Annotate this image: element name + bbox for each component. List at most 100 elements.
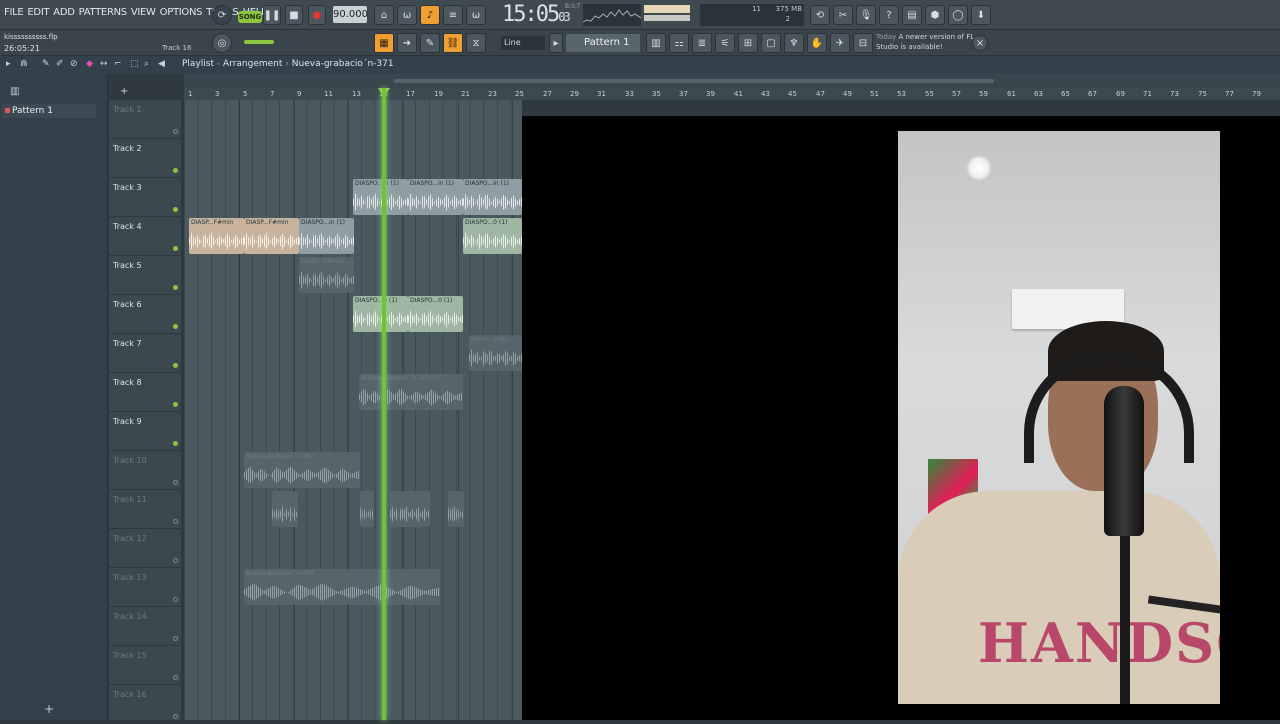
current-clip-name[interactable]: Nueva-grabacio´n-371 [292, 59, 394, 69]
track-header[interactable]: Track 4 [109, 217, 181, 256]
track-enable-icon[interactable] [173, 597, 178, 602]
wait-input-icon[interactable]: ω [397, 5, 417, 25]
link-icon[interactable]: ⛓ [443, 33, 463, 53]
snap-selector[interactable]: Line [501, 36, 545, 50]
audio-clip[interactable] [448, 491, 464, 527]
chat-icon[interactable]: ◯ [948, 5, 968, 25]
master-knob-icon[interactable]: ◎ [212, 33, 232, 53]
mute-tool-icon[interactable]: ◆ [86, 59, 93, 69]
track-enable-icon[interactable] [173, 558, 178, 563]
pattern-selector[interactable]: Pattern 1 [566, 34, 640, 52]
scrollbar-thumb[interactable] [394, 79, 994, 83]
audio-clip[interactable]: DIASPO...0 (1) [463, 218, 522, 254]
track-enable-icon[interactable] [173, 480, 178, 485]
track-header[interactable]: Track 9 [109, 412, 181, 451]
add-icon[interactable]: + [44, 702, 54, 716]
slip-icon[interactable]: ↔ [100, 59, 108, 69]
stop-button[interactable]: ■ [285, 5, 303, 25]
step-sequencer-icon[interactable]: ⚏ [669, 33, 689, 53]
pencil-icon[interactable]: ✎ [42, 59, 50, 69]
magnet-icon[interactable]: ⋒ [20, 59, 28, 69]
menu-options[interactable]: OPTIONS [160, 7, 203, 18]
track-enable-icon[interactable] [173, 441, 178, 446]
play-arrow-icon[interactable]: ▸ [549, 33, 563, 53]
track-header[interactable]: Track 6 [109, 295, 181, 334]
audio-clip[interactable]: Nueva-grabacio´n-362 [244, 452, 360, 488]
piano-roll-icon[interactable]: ▦ [374, 33, 394, 53]
tempo-tapper-icon[interactable]: ⟲ [810, 5, 830, 25]
browser-icon[interactable]: ▢ [761, 33, 781, 53]
audio-clip[interactable] [272, 491, 298, 527]
audio-clip[interactable]: DIASPO...in (1) [299, 218, 354, 254]
record-button[interactable]: ● [308, 5, 326, 25]
plugin-icon[interactable]: ⬢ [925, 5, 945, 25]
track-header[interactable]: Track 13 [109, 568, 181, 607]
track-header[interactable]: Track 14 [109, 607, 181, 646]
plugin-picker-icon[interactable]: ♆ [784, 33, 804, 53]
menu-patterns[interactable]: PATTERNS [79, 7, 128, 18]
playlist-grid[interactable]: DIASPO...in (1) DIASPO...in (1) DIASPO..… [184, 100, 522, 720]
pause-button[interactable]: ❚❚ [263, 5, 281, 25]
menu-view[interactable]: VIEW [131, 7, 156, 18]
audio-clip[interactable] [390, 491, 430, 527]
track-enable-icon[interactable] [173, 246, 178, 251]
track-header[interactable]: Track 2 [109, 139, 181, 178]
track-enable-icon[interactable] [173, 168, 178, 173]
download-icon[interactable]: ⬇ [971, 5, 991, 25]
track-header[interactable]: Track 3 [109, 178, 181, 217]
audio-clip[interactable]: DIASPO...in (1) [463, 179, 522, 215]
playhead[interactable] [382, 88, 386, 720]
paint-icon[interactable]: ✈ [830, 33, 850, 53]
audio-clip[interactable] [360, 491, 374, 527]
track-enable-icon[interactable] [173, 519, 178, 524]
master-volume-slider[interactable] [244, 40, 274, 44]
stamp-icon[interactable]: ⧖ [466, 33, 486, 53]
menu-file[interactable]: FILE [4, 7, 24, 18]
select-icon[interactable]: ⬚ [130, 59, 139, 69]
timeline-ruler[interactable]: 1 3 5 7 9 11 13 15 17 19 21 23 25 27 29 … [184, 88, 1280, 100]
paint-brush-icon[interactable]: ✐ [56, 59, 64, 69]
audio-clip[interactable]: Nueva-grabacio´n-368 [244, 569, 440, 605]
speaker-icon[interactable]: ◀ [158, 59, 165, 69]
track-enable-icon[interactable] [173, 324, 178, 329]
brush-icon[interactable]: ✎ [420, 33, 440, 53]
mixer-icon[interactable]: ⚟ [715, 33, 735, 53]
countdown-icon[interactable]: ♪ [420, 5, 440, 25]
pattern-list-item[interactable]: Pattern 1 [2, 104, 96, 118]
audio-clip[interactable]: DIASP...F#min [244, 218, 299, 254]
options-arrow-icon[interactable]: ▸ [6, 59, 11, 69]
track-enable-icon[interactable] [173, 714, 178, 719]
metronome-icon[interactable]: ⟳ [212, 5, 232, 25]
track-enable-icon[interactable] [173, 363, 178, 368]
track-enable-icon[interactable] [173, 129, 178, 134]
step-edit-icon[interactable]: ≡ [443, 5, 463, 25]
audio-clip[interactable]: DIASP...F#min [189, 218, 244, 254]
news-close-icon[interactable]: × [972, 35, 988, 51]
audio-clip[interactable]: DIASPO...0 (1) [408, 296, 463, 332]
audio-clip[interactable]: Nueva-grabacio´n-367 (1) [359, 374, 463, 410]
slice-icon[interactable]: ⌐ [114, 59, 122, 69]
tempo-display[interactable]: 90.000 [333, 6, 368, 23]
track-header[interactable]: Track 5 [109, 256, 181, 295]
piano-roll-view-icon[interactable]: ≣ [692, 33, 712, 53]
audio-clip[interactable]: Nueva-grab... [469, 335, 522, 371]
track-header[interactable]: Track 11 [109, 490, 181, 529]
track-enable-icon[interactable] [173, 207, 178, 212]
zoom-icon[interactable]: ⌕ [144, 59, 149, 69]
add-track-icon[interactable]: + [120, 86, 128, 97]
delete-icon[interactable]: ⊘ [70, 59, 78, 69]
blend-notes-icon[interactable]: ω [466, 5, 486, 25]
pattern-song-toggle[interactable]: SONG [238, 11, 262, 23]
track-header[interactable]: Track 15 [109, 646, 181, 685]
shop-icon[interactable]: ⊟ [853, 33, 873, 53]
track-header[interactable]: Track 7 [109, 334, 181, 373]
menu-edit[interactable]: EDIT [27, 7, 49, 18]
track-enable-icon[interactable] [173, 636, 178, 641]
timeline-scrollbar[interactable] [184, 74, 1280, 88]
news-panel[interactable]: Today A newer version of FL Studio is av… [876, 32, 986, 52]
track-enable-icon[interactable] [173, 285, 178, 290]
menu-add[interactable]: ADD [53, 7, 75, 18]
track-enable-icon[interactable] [173, 675, 178, 680]
piano-icon[interactable]: ▥ [10, 86, 19, 97]
channel-rack-icon[interactable]: ⊞ [738, 33, 758, 53]
